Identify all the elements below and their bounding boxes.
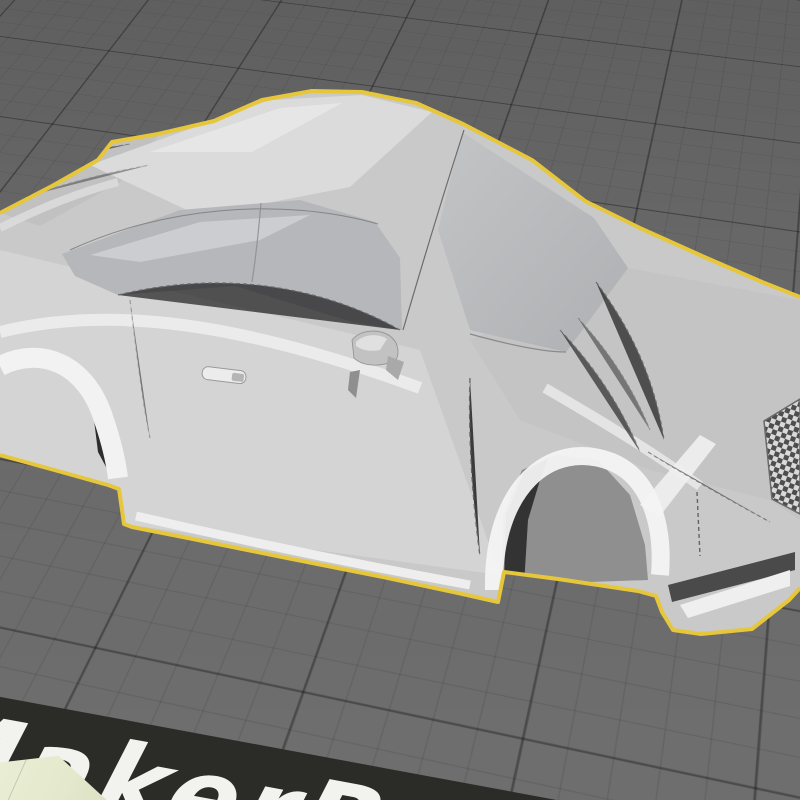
viewport-3d[interactable]: MakerBot bbox=[0, 0, 800, 800]
car-body-shell[interactable] bbox=[0, 91, 800, 634]
car-model-3d[interactable] bbox=[0, 0, 800, 800]
